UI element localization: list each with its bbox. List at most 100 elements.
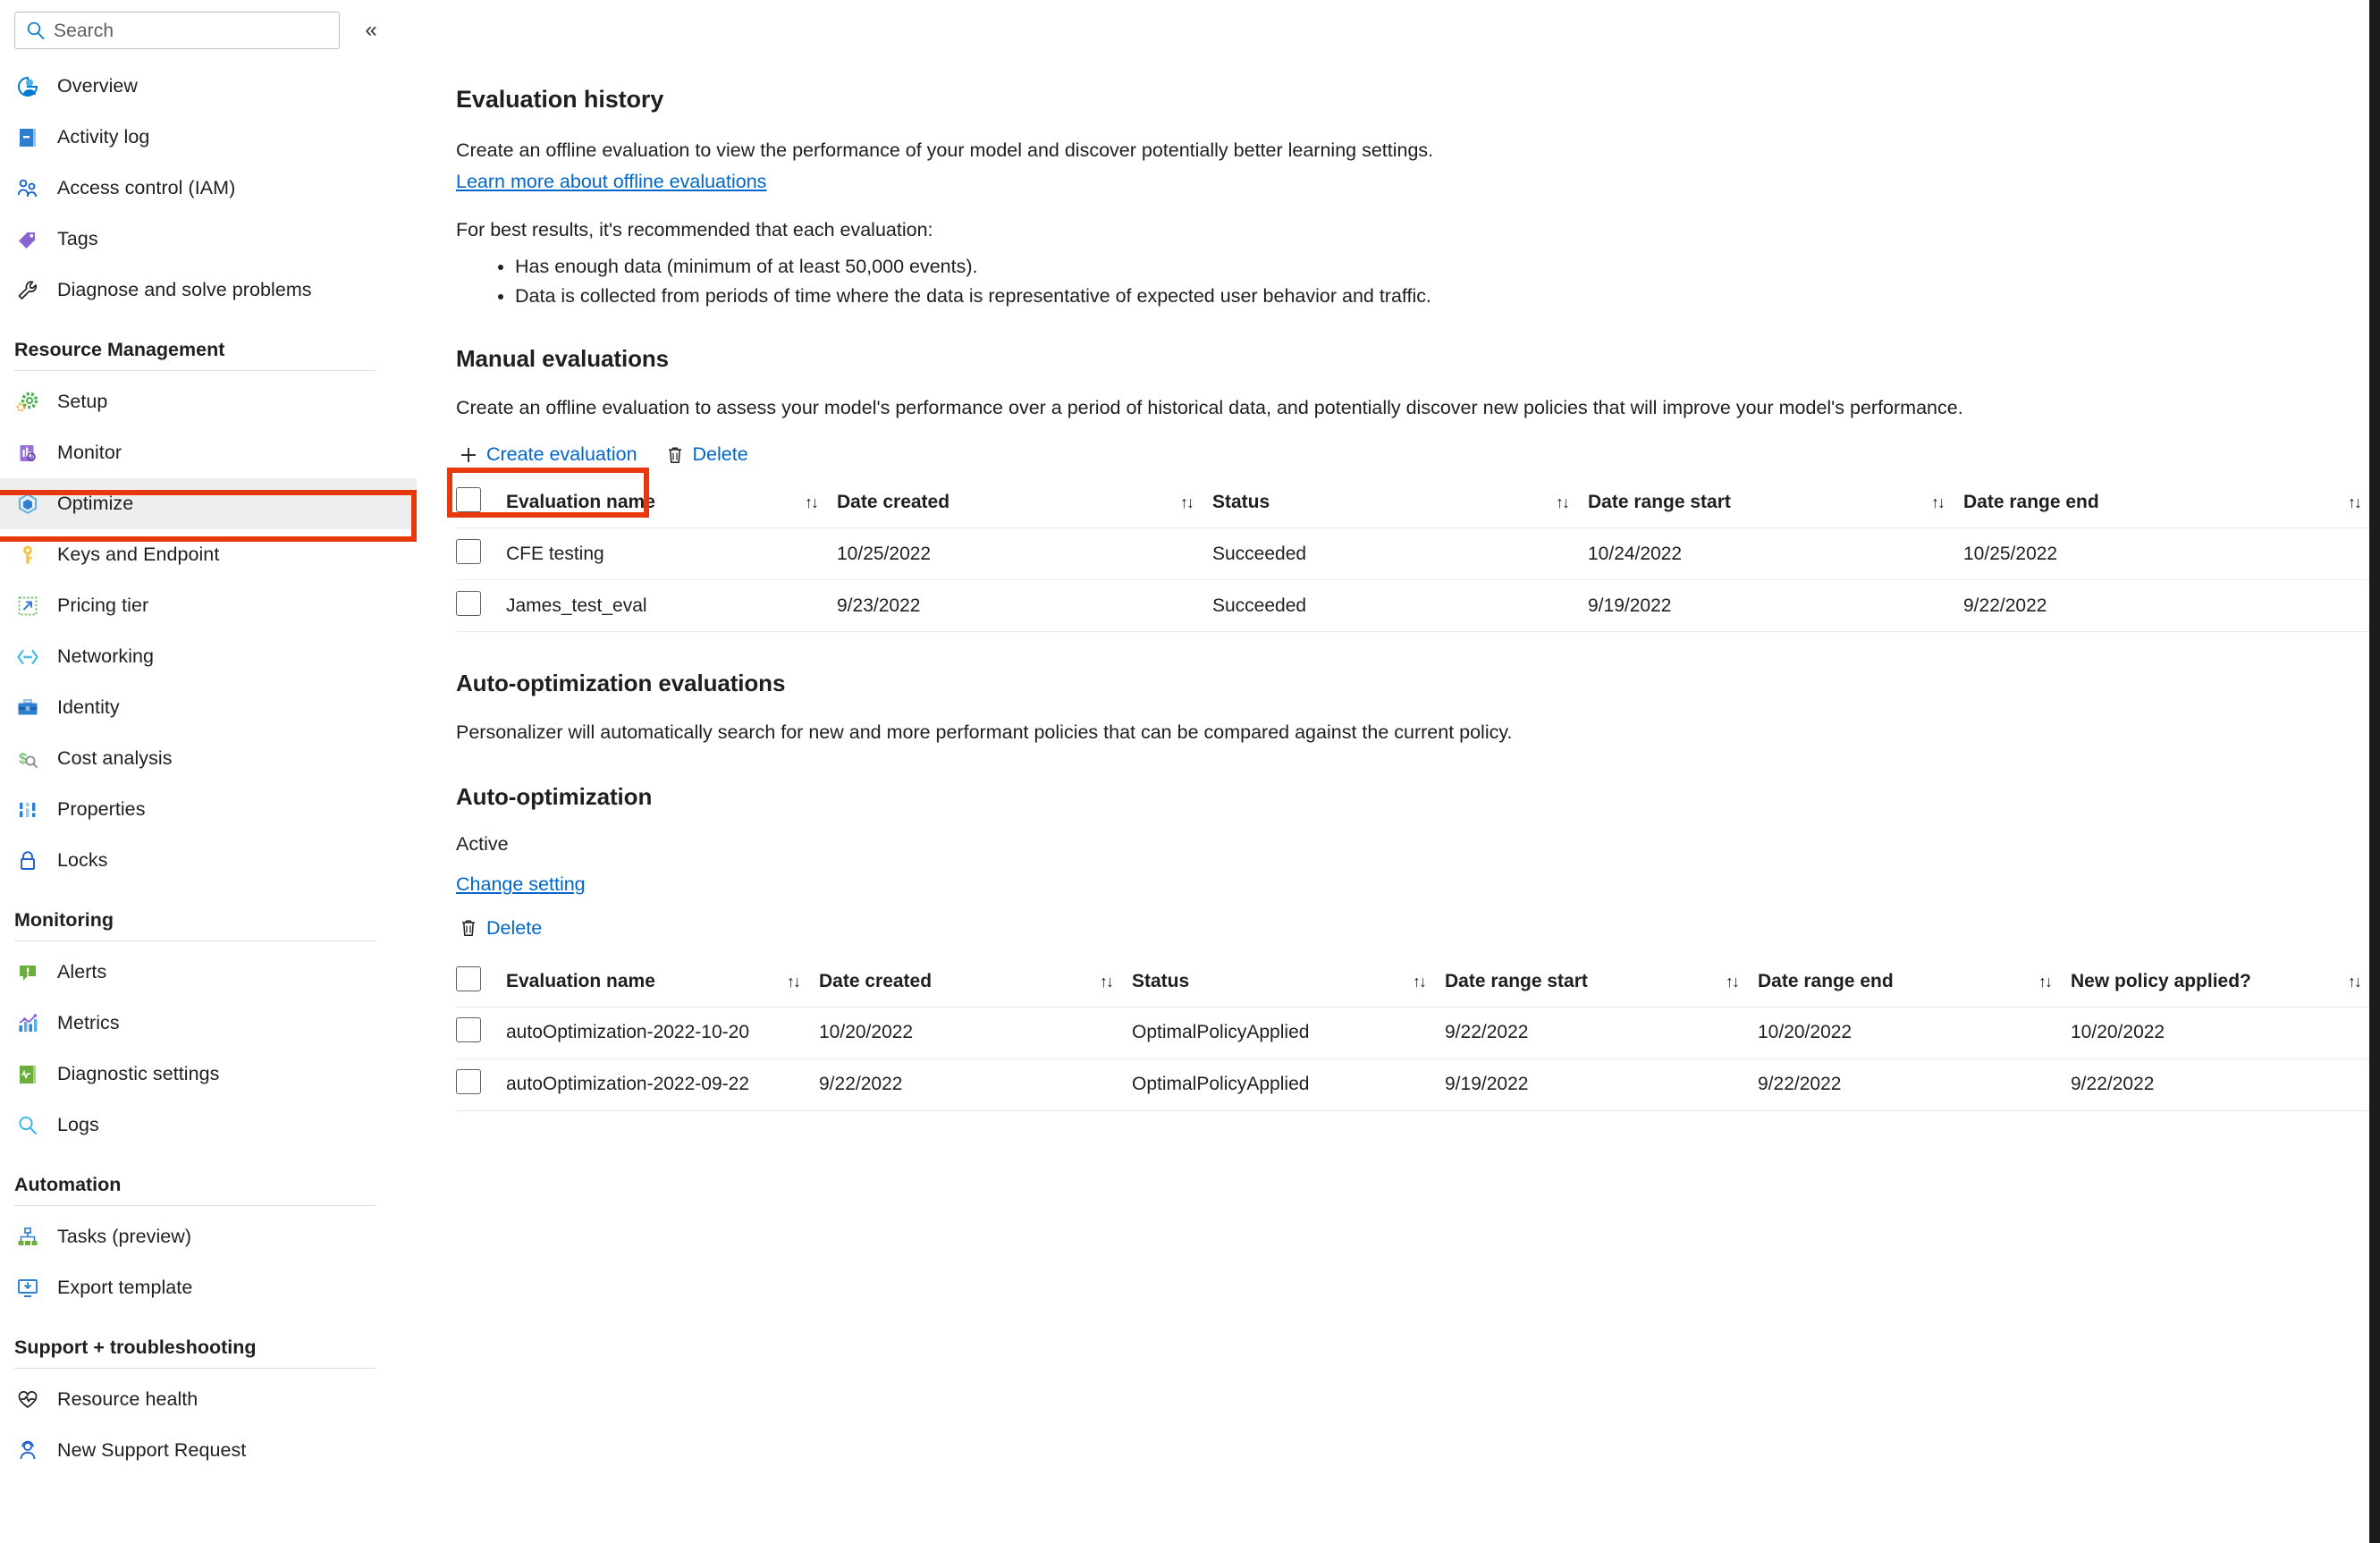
sidebar-item-pricing-tier[interactable]: Pricing tier: [0, 580, 417, 631]
azure-portal-page: Search « Overview Activity log Access co…: [0, 0, 2380, 1543]
column-label: New policy applied?: [2071, 971, 2251, 992]
sidebar-item-locks[interactable]: Locks: [0, 835, 417, 886]
table-row[interactable]: autoOptimization-2022-09-22 9/22/2022 Op…: [456, 1058, 2380, 1111]
row-select-cell: [456, 527, 506, 581]
sidebar-item-label: Resource health: [57, 1388, 198, 1410]
row-checkbox[interactable]: [456, 1017, 481, 1043]
sidebar-item-tasks-preview[interactable]: Tasks (preview): [0, 1211, 417, 1262]
sort-icon[interactable]: ↑↓: [1556, 493, 1570, 512]
sidebar-item-diagnostic-settings[interactable]: Diagnostic settings: [0, 1049, 417, 1100]
sidebar-section-title: Automation: [14, 1174, 122, 1195]
sidebar-item-label: Optimize: [57, 493, 134, 514]
column-label: Evaluation name: [506, 492, 655, 513]
cell-date-range-end: 9/22/2022: [1758, 1058, 2071, 1111]
sidebar-item-metrics[interactable]: Metrics: [0, 998, 417, 1049]
sidebar-item-cost-analysis[interactable]: $ Cost analysis: [0, 733, 417, 784]
sort-icon[interactable]: ↑↓: [1726, 973, 1740, 991]
column-header-status: Status ↑↓: [1212, 477, 1588, 529]
row-select-cell: [456, 1007, 506, 1059]
select-all-checkbox[interactable]: [456, 966, 481, 992]
heart-pulse-icon: [14, 1387, 41, 1413]
sidebar-item-networking[interactable]: Networking: [0, 631, 417, 682]
sidebar-top-items: Overview Activity log Access control (IA…: [0, 61, 417, 316]
sidebar-item-resource-health[interactable]: Resource health: [0, 1374, 417, 1425]
sort-icon[interactable]: ↑↓: [2348, 973, 2362, 991]
column-label: Status: [1212, 492, 1270, 513]
change-setting-link[interactable]: Change setting: [456, 873, 586, 896]
sort-icon[interactable]: ↑↓: [2348, 493, 2362, 512]
cell-evaluation-name[interactable]: James_test_eval: [506, 579, 837, 633]
sidebar-item-setup[interactable]: Setup: [0, 376, 417, 427]
sort-icon[interactable]: ↑↓: [1413, 973, 1427, 991]
cell-new-policy-applied: 9/22/2022: [2071, 1058, 2380, 1111]
delete-auto-optimization-button[interactable]: Delete: [456, 908, 554, 948]
cell-date-range-end: 10/25/2022: [1963, 527, 2380, 581]
auto-optimization-heading: Auto-optimization: [456, 783, 653, 811]
sidebar-item-overview[interactable]: Overview: [0, 61, 417, 112]
column-header-date-range-end: Date range end ↑↓: [1758, 957, 2071, 1008]
trash-icon: [664, 444, 686, 466]
sidebar-item-new-support-request[interactable]: New Support Request: [0, 1425, 417, 1476]
column-header-status: Status ↑↓: [1132, 957, 1445, 1008]
row-checkbox[interactable]: [456, 1069, 481, 1095]
sidebar-item-diagnose-and-solve-problems[interactable]: Diagnose and solve problems: [0, 265, 417, 316]
cell-status: Succeeded: [1212, 527, 1588, 581]
row-checkbox[interactable]: [456, 538, 481, 564]
resource-navigation-sidebar: Search « Overview Activity log Access co…: [0, 0, 417, 1543]
cell-evaluation-name: autoOptimization-2022-09-22: [506, 1058, 819, 1111]
monitor-icon: [14, 440, 41, 467]
sidebar-item-label: Setup: [57, 391, 108, 412]
select-all-checkbox[interactable]: [456, 487, 481, 513]
pricing-tier-icon: [14, 593, 41, 620]
create-evaluation-button[interactable]: Create evaluation: [456, 435, 650, 475]
sidebar-item-access-control[interactable]: Access control (IAM): [0, 163, 417, 214]
sort-icon[interactable]: ↑↓: [1931, 493, 1945, 512]
learn-more-link[interactable]: Learn more about offline evaluations: [456, 171, 766, 193]
sidebar-item-logs[interactable]: Logs: [0, 1100, 417, 1151]
sort-icon[interactable]: ↑↓: [787, 973, 801, 991]
table-row[interactable]: autoOptimization-2022-10-20 10/20/2022 O…: [456, 1007, 2380, 1059]
sidebar-item-export-template[interactable]: Export template: [0, 1262, 417, 1313]
table-row[interactable]: James_test_eval 9/23/2022 Succeeded 9/19…: [456, 579, 2380, 633]
sidebar-item-keys-and-endpoint[interactable]: Keys and Endpoint: [0, 529, 417, 580]
table-row[interactable]: CFE testing 10/25/2022 Succeeded 10/24/2…: [456, 527, 2380, 581]
sidebar-item-optimize[interactable]: Optimize: [0, 478, 417, 529]
delete-label: Delete: [486, 916, 543, 939]
sidebar-item-alerts[interactable]: Alerts: [0, 947, 417, 998]
sort-icon[interactable]: ↑↓: [805, 493, 819, 512]
column-label: Status: [1132, 971, 1190, 992]
select-all-header: [456, 477, 506, 529]
overview-icon: [14, 73, 41, 100]
main-content: Evaluation history Create an offline eva…: [417, 0, 2380, 1543]
key-icon: [14, 542, 41, 569]
gear-icon: [14, 389, 41, 416]
column-header-evaluation-name: Evaluation name ↑↓: [506, 957, 819, 1008]
sidebar-item-activity-log[interactable]: Activity log: [0, 112, 417, 163]
sidebar-section-title: Resource Management: [14, 339, 225, 360]
sort-icon[interactable]: ↑↓: [1180, 493, 1194, 512]
column-header-date-range-start: Date range start ↑↓: [1445, 957, 1758, 1008]
sidebar-item-monitor[interactable]: Monitor: [0, 427, 417, 478]
sidebar-item-properties[interactable]: Properties: [0, 784, 417, 835]
sidebar-section-divider: [14, 1205, 376, 1206]
delete-manual-evaluation-button[interactable]: Delete: [663, 435, 761, 475]
logs-search-icon: [14, 1112, 41, 1139]
column-header-date-range-end: Date range end ↑↓: [1963, 477, 2380, 529]
sidebar-item-identity[interactable]: Identity: [0, 682, 417, 733]
networking-icon: [14, 644, 41, 670]
cell-date-created: 10/25/2022: [837, 527, 1212, 581]
desktop-edge-sliver: [2369, 0, 2380, 1543]
sidebar-search-row: Search «: [0, 0, 417, 61]
sort-icon[interactable]: ↑↓: [1100, 973, 1114, 991]
sidebar-item-tags[interactable]: Tags: [0, 214, 417, 265]
collapse-panel-icon[interactable]: «: [356, 15, 386, 46]
search-input[interactable]: Search: [14, 12, 340, 49]
sort-icon[interactable]: ↑↓: [2038, 973, 2053, 991]
row-checkbox[interactable]: [456, 590, 481, 616]
access-control-icon: [14, 175, 41, 202]
cell-evaluation-name[interactable]: CFE testing: [506, 527, 837, 581]
optimize-icon: [14, 491, 41, 518]
sidebar-item-label: New Support Request: [57, 1439, 247, 1461]
row-select-cell: [456, 1058, 506, 1111]
plus-icon: [458, 444, 479, 466]
